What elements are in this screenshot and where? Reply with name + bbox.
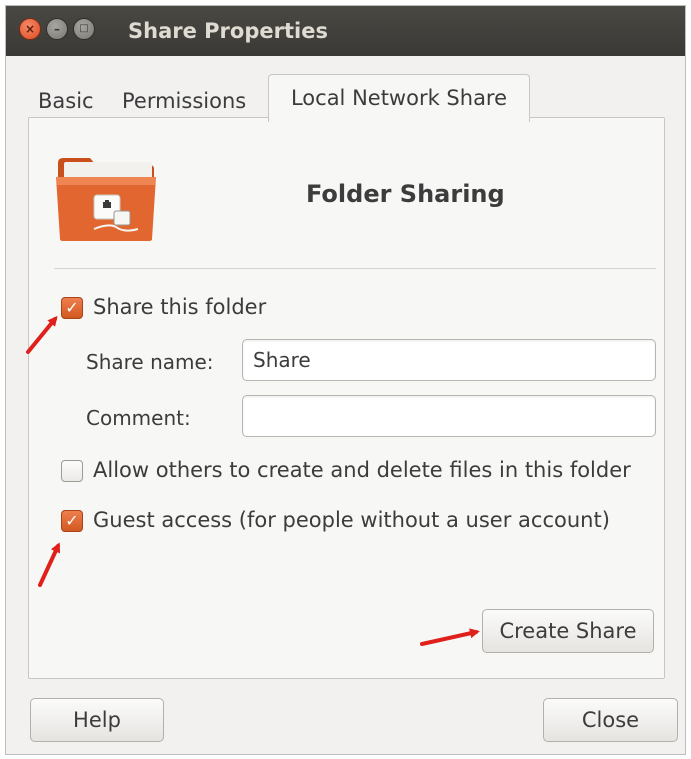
close-window-button[interactable]: × bbox=[19, 18, 41, 40]
minimize-icon: – bbox=[54, 22, 60, 36]
comment-label: Comment: bbox=[86, 406, 191, 430]
share-folder-label: Share this folder bbox=[93, 295, 267, 319]
section-heading: Folder Sharing bbox=[306, 180, 505, 208]
allow-others-label: Allow others to create and delete files … bbox=[93, 458, 631, 482]
close-icon: × bbox=[24, 22, 36, 36]
guest-access-checkbox[interactable]: ✓ bbox=[61, 510, 83, 532]
folder-share-icon bbox=[56, 158, 156, 241]
maximize-icon: □ bbox=[79, 23, 89, 34]
tab-permissions[interactable]: Permissions bbox=[122, 81, 246, 121]
share-name-input[interactable] bbox=[242, 339, 656, 381]
guest-access-label: Guest access (for people without a user … bbox=[93, 508, 610, 532]
create-share-button[interactable]: Create Share bbox=[482, 609, 654, 653]
allow-others-checkbox[interactable] bbox=[61, 460, 83, 482]
close-button[interactable]: Close bbox=[543, 698, 678, 742]
tab-basic[interactable]: Basic bbox=[38, 81, 94, 121]
maximize-window-button[interactable]: □ bbox=[73, 18, 95, 40]
share-folder-checkbox[interactable]: ✓ bbox=[61, 297, 83, 319]
comment-input[interactable] bbox=[242, 395, 656, 437]
check-icon: ✓ bbox=[65, 298, 79, 317]
tab-local-network-share[interactable]: Local Network Share bbox=[268, 74, 530, 122]
divider bbox=[54, 268, 656, 269]
minimize-window-button[interactable]: – bbox=[46, 18, 68, 40]
help-button[interactable]: Help bbox=[30, 698, 164, 742]
window-title: Share Properties bbox=[128, 19, 328, 43]
check-icon: ✓ bbox=[65, 511, 79, 530]
titlebar: × – □ Share Properties bbox=[6, 6, 685, 56]
share-name-label: Share name: bbox=[86, 350, 214, 374]
share-properties-window: × – □ Share Properties Basic Permissions… bbox=[5, 5, 686, 755]
